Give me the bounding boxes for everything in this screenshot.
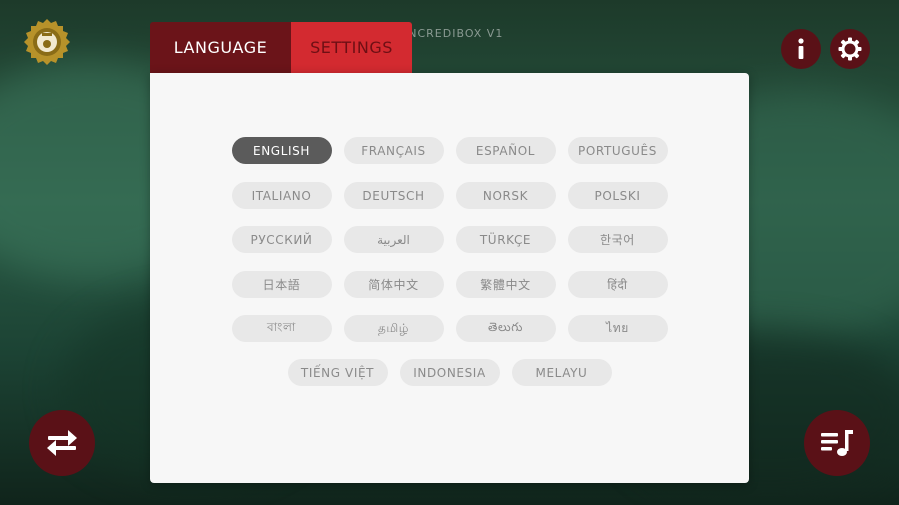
language-row: РУССКИЙ العربية TÜRKÇE 한국어 xyxy=(150,226,749,253)
language-option-english[interactable]: ENGLISH xyxy=(231,137,332,164)
gear-icon xyxy=(838,37,862,61)
language-row: ITALIANO DEUTSCH NORSK POLSKI xyxy=(150,182,749,209)
language-option-spanish[interactable]: ESPAÑOL xyxy=(455,137,556,164)
language-option-portuguese[interactable]: PORTUGUÊS xyxy=(567,137,668,164)
language-option-french[interactable]: FRANÇAIS xyxy=(343,137,444,164)
app-screen: INCREDIBOX V1 LANGUAGE SETTINGS ENGLISH … xyxy=(0,0,899,505)
info-button[interactable] xyxy=(781,29,821,69)
language-option-simplified-chinese[interactable]: 简体中文 xyxy=(343,271,444,298)
language-option-italian[interactable]: ITALIANO xyxy=(231,182,332,209)
language-option-arabic[interactable]: العربية xyxy=(343,226,444,253)
language-option-bengali[interactable]: বাংলা xyxy=(231,315,332,342)
language-option-hindi[interactable]: हिंदी xyxy=(567,271,668,298)
language-option-vietnamese[interactable]: TIẾNG VIỆT xyxy=(287,359,388,386)
language-row: TIẾNG VIỆT INDONESIA MELAYU xyxy=(150,359,749,386)
tab-language[interactable]: LANGUAGE xyxy=(150,22,291,73)
language-option-malay[interactable]: MELAYU xyxy=(511,359,612,386)
language-option-telugu[interactable]: తెలుగు xyxy=(455,315,556,342)
settings-button[interactable] xyxy=(830,29,870,69)
language-row: বাংলা தமிழ் తెలుగు ไทย xyxy=(150,315,749,342)
info-icon xyxy=(798,38,804,59)
language-option-tamil[interactable]: தமிழ் xyxy=(343,315,444,342)
language-option-korean[interactable]: 한국어 xyxy=(567,226,668,253)
language-option-indonesian[interactable]: INDONESIA xyxy=(399,359,500,386)
incredibox-logo-icon[interactable] xyxy=(22,18,72,68)
swap-arrows-icon xyxy=(47,430,77,456)
swap-button[interactable] xyxy=(29,410,95,476)
language-option-russian[interactable]: РУССКИЙ xyxy=(231,226,332,253)
language-option-turkish[interactable]: TÜRKÇE xyxy=(455,226,556,253)
language-option-german[interactable]: DEUTSCH xyxy=(343,182,444,209)
language-panel: ENGLISH FRANÇAIS ESPAÑOL PORTUGUÊS ITALI… xyxy=(150,73,749,483)
playlist-icon xyxy=(821,430,853,456)
language-option-japanese[interactable]: 日本語 xyxy=(231,271,332,298)
language-option-norwegian[interactable]: NORSK xyxy=(455,182,556,209)
language-row: 日本語 简体中文 繁體中文 हिंदी xyxy=(150,271,749,298)
app-title: INCREDIBOX V1 xyxy=(404,27,504,40)
language-option-traditional-chinese[interactable]: 繁體中文 xyxy=(455,271,556,298)
language-row: ENGLISH FRANÇAIS ESPAÑOL PORTUGUÊS xyxy=(150,137,749,164)
tab-settings[interactable]: SETTINGS xyxy=(291,22,412,73)
language-option-thai[interactable]: ไทย xyxy=(567,315,668,342)
playlist-button[interactable] xyxy=(804,410,870,476)
language-option-polish[interactable]: POLSKI xyxy=(567,182,668,209)
